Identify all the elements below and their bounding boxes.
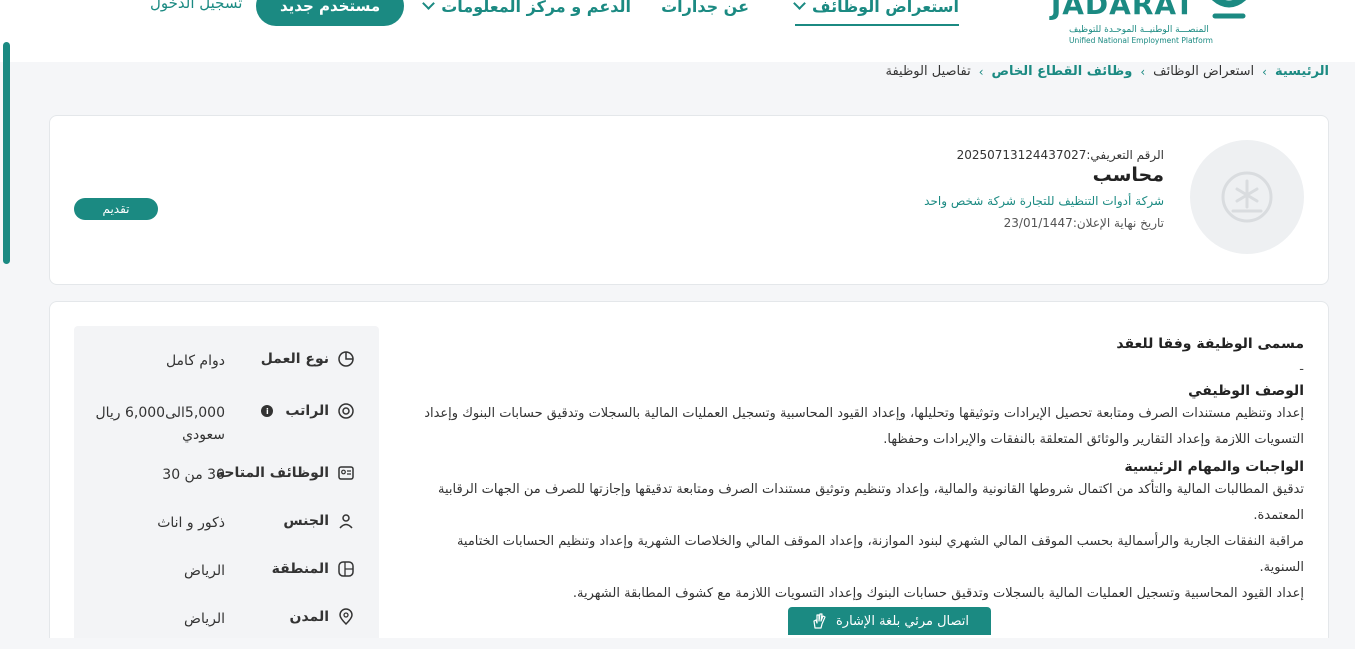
jadarat-logo[interactable]: JADARAT المنصـــة الوطنيــة الموحـدة للت… [1051, 0, 1255, 50]
scrollbar-thumb[interactable] [3, 42, 10, 264]
job-id-value: 20250713124437027 [956, 148, 1087, 162]
attr-openings-label: الوظائف المتاحة [215, 465, 329, 481]
pie-chart-icon [338, 351, 354, 367]
chevron-left-icon: › [1140, 64, 1146, 79]
deadline-value: 23/01/1447 [1003, 216, 1073, 230]
deadline-row: تاريخ نهاية الإعلان:23/01/1447 [924, 216, 1164, 230]
attr-work-type-label-wrap: نوع العمل [261, 350, 355, 368]
duty-item: إعداد القيود المحاسبية وتسجيل العمليات ا… [572, 586, 1304, 601]
apply-button[interactable]: تقديم [74, 198, 158, 220]
attr-salary: الراتب i 5,000الى6,000 ريال سعودي [95, 402, 355, 452]
attr-salary-value: 5,000الى6,000 ريال سعودي [95, 405, 225, 443]
attr-city-label: المدن [289, 609, 329, 625]
attr-gender: الجنس ذكور و اناث [95, 512, 355, 552]
contract-title-heading: مسمى الوظيفة وفقا للعقد [1116, 336, 1304, 352]
login-link[interactable]: تسجيل الدخول [150, 0, 242, 12]
nav-browse-jobs-label: استعراض الوظائف [812, 0, 959, 16]
register-button[interactable]: مستخدم جديد [256, 0, 405, 26]
logo-wordmark: JADARAT [1050, 0, 1195, 21]
attr-work-type: نوع العمل دوام كامل [95, 350, 355, 390]
logo-emblem-icon [1211, 0, 1247, 19]
money-icon [338, 403, 354, 419]
sign-language-label: اتصال مرئي بلغة الإشارة [835, 613, 970, 629]
site-header: JADARAT المنصـــة الوطنيــة الموحـدة للت… [0, 0, 1355, 62]
job-details-card: مسمى الوظيفة وفقا للعقد - الوصف الوظيفي … [49, 301, 1329, 649]
attr-salary-label-wrap: الراتب i [261, 402, 355, 420]
chevron-down-icon [793, 0, 806, 10]
attr-openings: الوظائف المتاحة 30 من 30 [95, 464, 355, 504]
attr-city-value: الرياض [184, 611, 225, 627]
attr-salary-label: الراتب [285, 403, 329, 419]
company-logo-placeholder [1190, 140, 1304, 254]
attr-openings-value: 30 من 30 [162, 467, 225, 483]
attr-region-label-wrap: المنطقة [272, 560, 355, 578]
attr-region-value: الرياض [184, 563, 225, 579]
contract-title-value: - [1299, 362, 1304, 377]
nav-support[interactable]: الدعم و مركز المعلومات [422, 0, 631, 20]
breadcrumb-current: تفاصيل الوظيفة [885, 64, 971, 79]
hand-sign-icon [813, 613, 826, 629]
attr-gender-value: ذكور و اناث [157, 515, 225, 531]
chevron-down-icon [422, 0, 436, 10]
breadcrumb-private-sector[interactable]: وظائف القطاع الخاص [992, 64, 1133, 79]
company-logo-icon [1221, 171, 1273, 223]
nav-browse-jobs[interactable]: استعراض الوظائف [793, 0, 959, 26]
nav-support-label: الدعم و مركز المعلومات [441, 0, 631, 16]
job-description: مسمى الوظيفة وفقا للعقد - الوصف الوظيفي … [424, 336, 1304, 607]
viewport-bottom-edge [0, 638, 1355, 649]
attr-openings-label-wrap: الوظائف المتاحة [216, 464, 355, 482]
duty-item: مراقبة النفقات الجارية والرأسمالية بحسب … [456, 534, 1304, 575]
chevron-left-icon: › [1262, 64, 1267, 79]
attr-region: المنطقة الرياض [95, 560, 355, 600]
breadcrumb: الرئيسية › استعراض الوظائف › وظائف القطا… [885, 64, 1329, 79]
attr-city-label-wrap: المدن [290, 608, 355, 626]
location-pin-icon [339, 608, 353, 626]
breadcrumb-home[interactable]: الرئيسية [1275, 64, 1329, 79]
job-title: محاسب [1092, 164, 1164, 186]
attr-region-label: المنطقة [271, 561, 329, 577]
breadcrumb-browse-jobs[interactable]: استعراض الوظائف [1153, 64, 1254, 79]
nav-about[interactable]: عن جدارات [661, 0, 749, 20]
sign-language-call-button[interactable]: اتصال مرئي بلغة الإشارة [788, 607, 991, 635]
job-info: الرقم التعريفي:20250713124437027 محاسب ش… [924, 148, 1164, 230]
attr-work-type-value: دوام كامل [165, 353, 225, 369]
description-heading: الوصف الوظيفي [1188, 383, 1304, 399]
job-attributes-panel: نوع العمل دوام كامل الراتب i 5,000الى6,0… [74, 326, 379, 649]
job-summary-card: الرقم التعريفي:20250713124437027 محاسب ش… [49, 115, 1329, 285]
id-card-icon [338, 466, 354, 480]
deadline-label: تاريخ نهاية الإعلان: [1072, 216, 1164, 230]
attr-gender-label: الجنس [283, 513, 329, 529]
duty-item: تدقيق المطالبات المالية والتأكد من اكتما… [438, 482, 1304, 523]
description-text: إعداد وتنظيم مستندات الصرف ومتابعة تحصيل… [424, 406, 1304, 447]
attr-work-type-label: نوع العمل [260, 351, 329, 367]
logo-english-tagline: Unified National Employment Platform [1069, 36, 1213, 45]
info-icon[interactable]: i [261, 405, 274, 417]
duties-heading: الواجبات والمهام الرئيسية [1124, 459, 1304, 475]
job-id-label: الرقم التعريفي: [1086, 148, 1164, 162]
nav-about-label: عن جدارات [661, 0, 749, 16]
attr-gender-label-wrap: الجنس [283, 512, 355, 530]
job-id-row: الرقم التعريفي:20250713124437027 [924, 148, 1164, 162]
person-icon [339, 514, 353, 529]
company-name-link[interactable]: شركة أدوات التنظيف للتجارة شركة شخص واحد [924, 194, 1164, 208]
logo-arabic-tagline: المنصـــة الوطنيــة الموحـدة للتوظيف [1069, 25, 1209, 35]
chevron-left-icon: › [978, 64, 984, 79]
map-icon [338, 561, 354, 577]
